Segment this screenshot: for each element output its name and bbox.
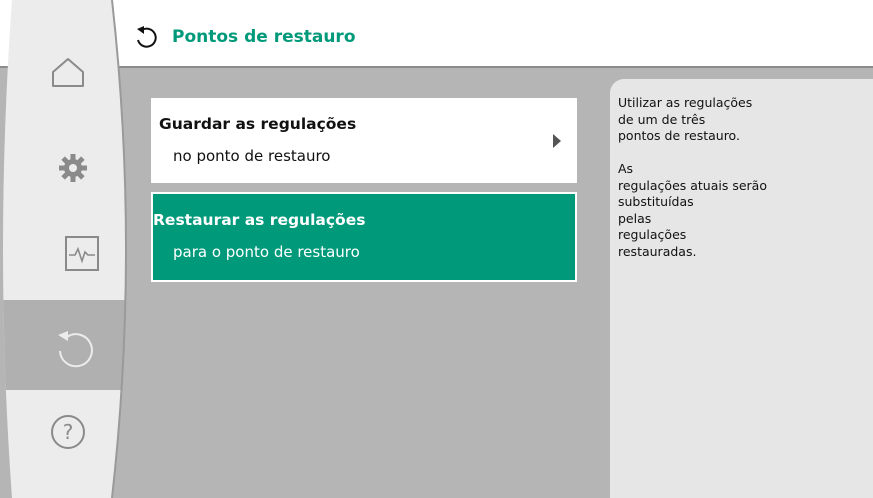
menu-item-save-settings[interactable]: Guardar as regulações no ponto de restau…: [151, 98, 577, 183]
nav-restore-button[interactable]: [40, 318, 110, 378]
home-icon: [52, 58, 84, 87]
diagnostics-icon: [65, 236, 99, 271]
menu-item-subtitle: para o ponto de restauro: [173, 243, 360, 261]
menu-item-title: Guardar as regulações: [159, 115, 357, 133]
help-icon: ?: [51, 415, 85, 449]
restore-icon: [58, 331, 93, 368]
menu-item-restore-settings[interactable]: Restaurar as regulações para o ponto de …: [151, 192, 577, 282]
gear-icon: [59, 154, 87, 182]
nav-help-button[interactable]: ?: [40, 404, 110, 464]
nav-settings-button[interactable]: [40, 140, 110, 200]
screen: ? Pontos de restauro Guardar as regulaçõ…: [0, 0, 873, 498]
menu-item-subtitle: no ponto de restauro: [173, 147, 331, 165]
nav-home-button[interactable]: [40, 45, 110, 105]
menu-item-title: Restaurar as regulações: [153, 211, 366, 229]
info-text: Utilizar as regulações de um de três pon…: [618, 95, 767, 259]
svg-text:?: ?: [63, 420, 74, 444]
chevron-right-icon: [553, 134, 561, 148]
restore-icon: [137, 26, 157, 48]
page-title: Pontos de restauro: [172, 27, 356, 47]
nav-diagnostics-button[interactable]: [40, 228, 110, 288]
